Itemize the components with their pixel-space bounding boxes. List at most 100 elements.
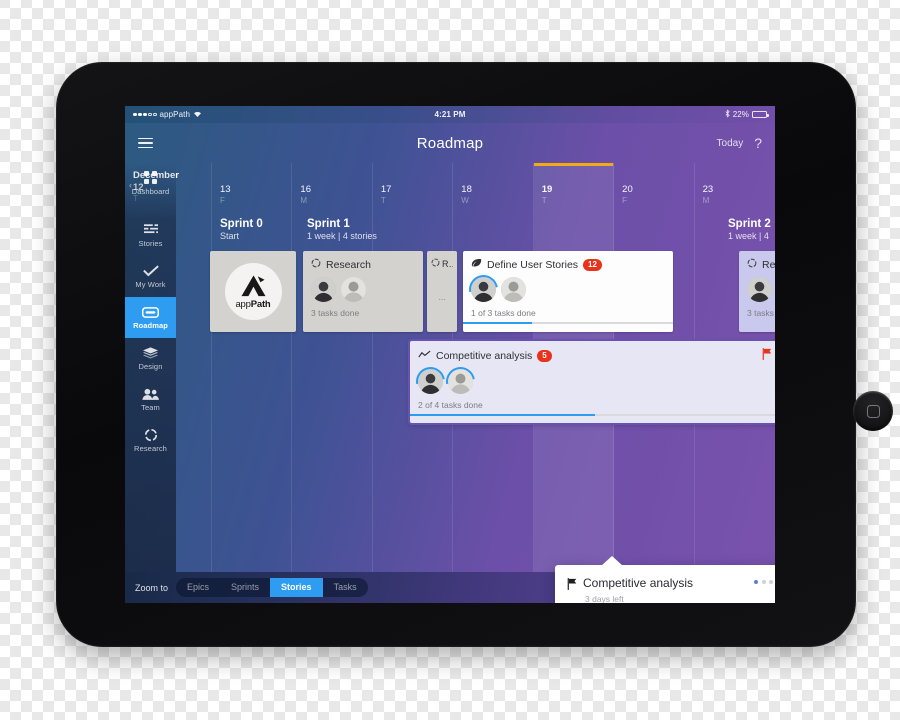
card-avatars — [410, 363, 775, 394]
tablet-screen: appPath 4:21 PM 22% Roadmap Today ? 13 F… — [125, 106, 775, 603]
zoom-to-label: Zoom to — [135, 582, 169, 593]
chart-icon — [418, 350, 431, 362]
flag-icon — [567, 578, 577, 592]
apppath-wordmark: appPath — [235, 298, 271, 310]
sidebar-item-label: Dashboard — [131, 187, 170, 196]
avatar[interactable] — [471, 277, 496, 302]
day-number: 19 — [541, 184, 553, 195]
avatar[interactable] — [747, 277, 772, 302]
check-icon — [142, 264, 159, 278]
sidebar-item-label: Team — [141, 403, 160, 412]
grid-icon — [144, 171, 157, 184]
sidebar-item-research[interactable]: Research — [125, 420, 176, 461]
sidebar-item-dashboard[interactable]: ‹ Dashboard — [125, 171, 176, 196]
column-header-1: 13 F — [212, 163, 291, 206]
research-circle-icon — [747, 258, 757, 271]
sidebar-item-label: Design — [138, 362, 163, 371]
card-title-row: Competitive analysis 5 — [410, 341, 775, 363]
avatar[interactable] — [501, 277, 526, 302]
zoom-segment-tasks[interactable]: Tasks — [323, 578, 368, 597]
card-define-user-stories[interactable]: Define User Stories 12 1 of 3 tasks done — [463, 251, 673, 332]
navigation-bar: Roadmap Today ? — [125, 123, 775, 163]
day-number: 17 — [380, 184, 392, 195]
status-bar: appPath 4:21 PM 22% — [125, 106, 775, 123]
column-header-2: 16 M — [292, 163, 371, 206]
day-of-week: F — [219, 195, 225, 205]
card-avatars — [303, 271, 423, 302]
people-icon — [142, 387, 159, 401]
leaf-icon — [471, 258, 482, 271]
hamburger-menu-icon[interactable] — [138, 137, 153, 149]
sidebar-item-label: My Work — [135, 280, 166, 289]
timeline-column-2[interactable]: 16 M — [292, 163, 373, 572]
card-footer: 1 of 3 tasks done — [471, 308, 536, 318]
card-title-row: R... — [427, 251, 457, 270]
day-number: 23 — [702, 184, 714, 195]
signal-strength-icon — [133, 112, 157, 117]
card-footer: 3 tasks es — [747, 308, 775, 318]
popover-title: Competitive analysis — [583, 576, 694, 590]
today-button[interactable]: Today — [717, 138, 744, 149]
day-of-week: T — [541, 195, 547, 205]
card-apppath-logo[interactable]: appPath — [210, 251, 296, 332]
day-of-week: T — [380, 195, 386, 205]
help-icon[interactable]: ? — [754, 135, 762, 151]
zoom-segment-sprints[interactable]: Sprints — [220, 578, 270, 597]
column-header-6: 20 F — [614, 163, 693, 206]
sidebar-item-label: Roadmap — [133, 321, 168, 330]
status-bar-right: 22% — [465, 109, 769, 120]
popover-page-dots[interactable] — [754, 576, 773, 584]
battery-percent-label: 22% — [732, 110, 749, 119]
research-circle-icon — [311, 258, 321, 271]
apppath-mark-icon — [241, 274, 265, 296]
refresh-icon — [144, 428, 158, 442]
card-avatars — [739, 271, 775, 302]
bluetooth-icon — [725, 109, 730, 120]
zoom-segment-epics[interactable]: Epics — [176, 578, 220, 597]
red-flag-icon[interactable] — [762, 348, 772, 363]
tablet-device-frame: appPath 4:21 PM 22% Roadmap Today ? 13 F… — [54, 60, 893, 649]
day-number: 13 — [219, 184, 231, 195]
column-header-5: 19 T — [534, 163, 613, 206]
card-research-done[interactable]: Research 3 tasks done — [303, 251, 423, 332]
card-title: Resea — [762, 258, 775, 271]
sidebar-item-team[interactable]: Team — [125, 379, 176, 420]
research-circle-icon — [431, 258, 440, 270]
day-number: 16 — [300, 184, 311, 195]
story-detail-popover[interactable]: Competitive analysis 3 days left Researc… — [555, 556, 775, 603]
card-title: R... — [442, 259, 453, 269]
column-header-3: 17 T — [373, 163, 452, 206]
avatar[interactable] — [341, 277, 366, 302]
card-research-planned[interactable]: Resea 3 tasks es — [739, 251, 775, 332]
card-competitive-analysis[interactable]: Competitive analysis 5 2 of 4 tasks done — [410, 341, 775, 423]
sidebar-item-my-work[interactable]: My Work — [125, 256, 176, 297]
card-footer: 3 tasks done — [311, 308, 360, 318]
avatar[interactable] — [448, 369, 473, 394]
navigation-bar-right: Today ? — [717, 135, 762, 151]
sidebar: ‹ Dashboard Stories My Work Roadmap Desi… — [125, 163, 176, 572]
card-research-truncated[interactable]: R... ... — [427, 251, 457, 332]
avatar[interactable] — [311, 277, 336, 302]
day-of-week: W — [461, 195, 469, 205]
list-icon — [143, 223, 158, 237]
card-footer: 2 of 4 tasks done — [418, 400, 483, 410]
sidebar-item-stories[interactable]: Stories — [125, 215, 176, 256]
day-number: 18 — [461, 184, 472, 195]
timeline-column-1[interactable]: 13 F — [212, 163, 293, 572]
back-chevron-icon[interactable]: ‹ — [129, 180, 132, 190]
home-button[interactable] — [853, 391, 893, 431]
card-progress-bar — [463, 322, 673, 324]
day-of-week: F — [622, 195, 628, 205]
wifi-icon — [193, 110, 202, 120]
avatar[interactable] — [418, 369, 443, 394]
carrier-label: appPath — [159, 110, 191, 119]
sidebar-item-design[interactable]: Design — [125, 338, 176, 379]
apppath-logo: appPath — [224, 263, 282, 320]
card-title: Research — [326, 258, 371, 271]
sidebar-item-roadmap[interactable]: Roadmap — [125, 297, 176, 338]
popover-subtitle: 3 days left — [585, 594, 624, 603]
zoom-segment-stories[interactable]: Stories — [270, 577, 323, 598]
layers-icon — [143, 346, 158, 360]
card-title-row: Resea — [739, 251, 775, 271]
sidebar-item-label: Research — [134, 444, 167, 453]
